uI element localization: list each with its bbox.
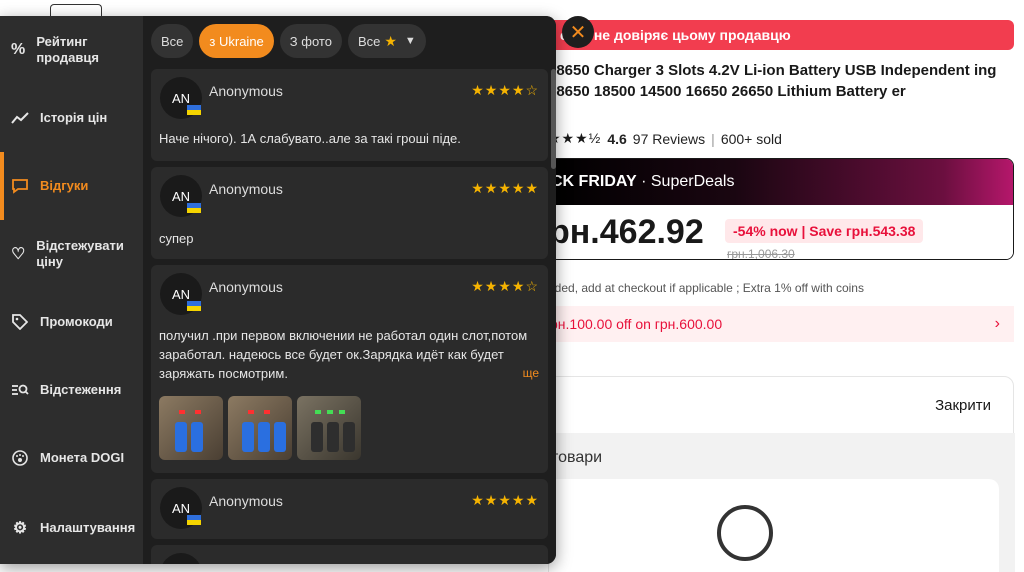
card-content: товари <box>549 433 1015 572</box>
filter-ukraine[interactable]: з Ukraine <box>199 24 274 58</box>
review-stars-icon: ★★★★☆ <box>471 278 539 294</box>
superdeals-header: CK FRIDAY · SuperDeals <box>549 159 1013 205</box>
sidebar-item-label: Налаштування <box>40 520 136 535</box>
close-icon: ✕ <box>569 21 587 44</box>
price-row: рн.462.92 -54% now | Save грн.543.38 грн… <box>549 205 1013 260</box>
product-rating-line: ★★★½ 4.6 97 Reviews | 600+ sold <box>548 130 782 147</box>
extension-panel: % Рейтинг продавця Історія цін Відгуки ♡… <box>0 16 556 564</box>
sidebar-item-label: Відстеження <box>40 382 122 397</box>
review-text: Наче нічого). 1А слабувато..але за такі … <box>159 131 461 146</box>
review-author: Anonymous <box>209 279 283 295</box>
sidebar-item-seller-rating[interactable]: % Рейтинг продавця <box>0 16 143 84</box>
filter-with-photo[interactable]: З фото <box>279 24 342 58</box>
section-label: товари <box>551 449 603 466</box>
close-panel-button[interactable]: ✕ <box>562 16 594 48</box>
star-icon: ★ <box>384 32 397 49</box>
reviews-list[interactable]: AN Anonymous ★★★★☆ Наче нічого). 1А слаб… <box>151 69 548 564</box>
review-photo[interactable] <box>228 396 292 460</box>
sidebar-item-settings[interactable]: ⚙ Налаштування <box>0 494 143 562</box>
reviews-count-link[interactable]: 97 Reviews <box>633 131 705 147</box>
review-text: супер <box>159 231 194 246</box>
card-white-area <box>549 479 999 572</box>
page-element-edge <box>50 4 102 16</box>
sidebar-item-dogi-coin[interactable]: Монета DOGI <box>0 424 143 492</box>
divider: | <box>711 130 715 147</box>
ukraine-flag-icon <box>187 105 201 115</box>
superdeals-box: CK FRIDAY · SuperDeals рн.462.92 -54% no… <box>548 158 1014 260</box>
track-search-icon <box>0 383 40 397</box>
discount-badge: -54% now | Save грн.543.38 <box>725 219 924 243</box>
review-text: получил .при первом включении не работал… <box>159 328 528 381</box>
review-photo[interactable] <box>159 396 223 460</box>
review-photo[interactable] <box>297 396 361 460</box>
trend-icon <box>0 112 40 124</box>
review-card: AN Anonymous ★★★★☆ получил .при первом в… <box>151 265 548 473</box>
review-card: AN Anonymous ★★★★★ <box>151 479 548 539</box>
review-stars-icon: ★★★★★ <box>471 180 539 196</box>
review-card <box>151 545 548 564</box>
review-card: AN Anonymous ★★★★★ супер <box>151 167 548 259</box>
rating-score: 4.6 <box>607 130 627 147</box>
current-price: рн.462.92 <box>549 213 704 251</box>
chevron-down-icon: ▼ <box>404 35 416 47</box>
review-author: Anonymous <box>209 493 283 509</box>
sidebar: % Рейтинг продавця Історія цін Відгуки ♡… <box>0 16 143 564</box>
sidebar-item-tracking[interactable]: Відстеження <box>0 356 143 424</box>
chat-icon <box>0 178 40 194</box>
read-more-link[interactable]: ще <box>523 366 539 380</box>
filter-rating-label: Все <box>357 33 381 49</box>
ukraine-flag-icon <box>187 515 201 525</box>
review-stars-icon: ★★★★☆ <box>471 82 539 98</box>
review-filters: Все з Ukraine З фото Все ★ ▼ <box>151 24 426 58</box>
sidebar-item-price-history[interactable]: Історія цін <box>0 84 143 152</box>
deal-event-label: CK FRIDAY <box>551 173 637 190</box>
reviews-scrollbar[interactable] <box>551 69 556 169</box>
paw-coin-icon <box>0 450 40 466</box>
avatar <box>160 553 202 564</box>
product-title: 18650 Charger 3 Slots 4.2V Li-ion Batter… <box>548 62 997 100</box>
sidebar-item-track-price[interactable]: ♡ Відстежувати ціну <box>0 220 143 288</box>
gear-icon: ⚙ <box>12 520 28 537</box>
sidebar-item-label: Відгуки <box>40 178 89 193</box>
sidebar-item-label: Історія цін <box>40 110 108 125</box>
coupon-bar[interactable]: рн.100.00 off on грн.600.00 › <box>548 306 1014 342</box>
filter-all[interactable]: Все <box>151 24 194 58</box>
tax-note: uded, add at checkout if applicable ; Ex… <box>548 281 864 295</box>
ukraine-flag-icon <box>187 301 201 311</box>
filter-rating-dropdown[interactable]: Все ★ ▼ <box>347 24 426 58</box>
close-link[interactable]: Закрити <box>935 397 991 414</box>
sidebar-item-label: Монета DOGI <box>40 450 125 465</box>
reviews-main: Все з Ukraine З фото Все ★ ▼ AN Anonymou… <box>143 16 556 564</box>
sidebar-item-label: Рейтинг продавця <box>36 34 99 65</box>
sidebar-item-label: Промокоди <box>40 314 113 329</box>
old-price: грн.1,006.30 <box>727 247 795 260</box>
tag-icon <box>0 314 40 330</box>
review-author: Anonymous <box>209 181 283 197</box>
coupon-text: рн.100.00 off on грн.600.00 <box>550 316 723 332</box>
review-stars-icon: ★★★★★ <box>471 492 539 508</box>
recommendation-card: Закрити товари <box>548 376 1015 572</box>
sidebar-item-promocodes[interactable]: Промокоди <box>0 288 143 356</box>
chevron-right-icon: › <box>994 315 1000 332</box>
review-card: AN Anonymous ★★★★☆ Наче нічого). 1А слаб… <box>151 69 548 161</box>
percent-icon: % <box>11 41 26 58</box>
ukraine-flag-icon <box>187 203 201 213</box>
seller-warning-banner: ерег не довіряє цьому продавцю <box>548 20 1014 50</box>
review-photos <box>159 396 361 460</box>
deal-brand-label: · SuperDeals <box>641 173 735 190</box>
sidebar-item-label: Відстежувати ціну <box>36 238 124 269</box>
review-author: Anonymous <box>209 83 283 99</box>
sidebar-item-reviews[interactable]: Відгуки <box>0 152 143 220</box>
loading-icon <box>717 505 773 561</box>
heart-icon: ♡ <box>10 246 26 263</box>
sold-count: 600+ sold <box>720 130 782 147</box>
